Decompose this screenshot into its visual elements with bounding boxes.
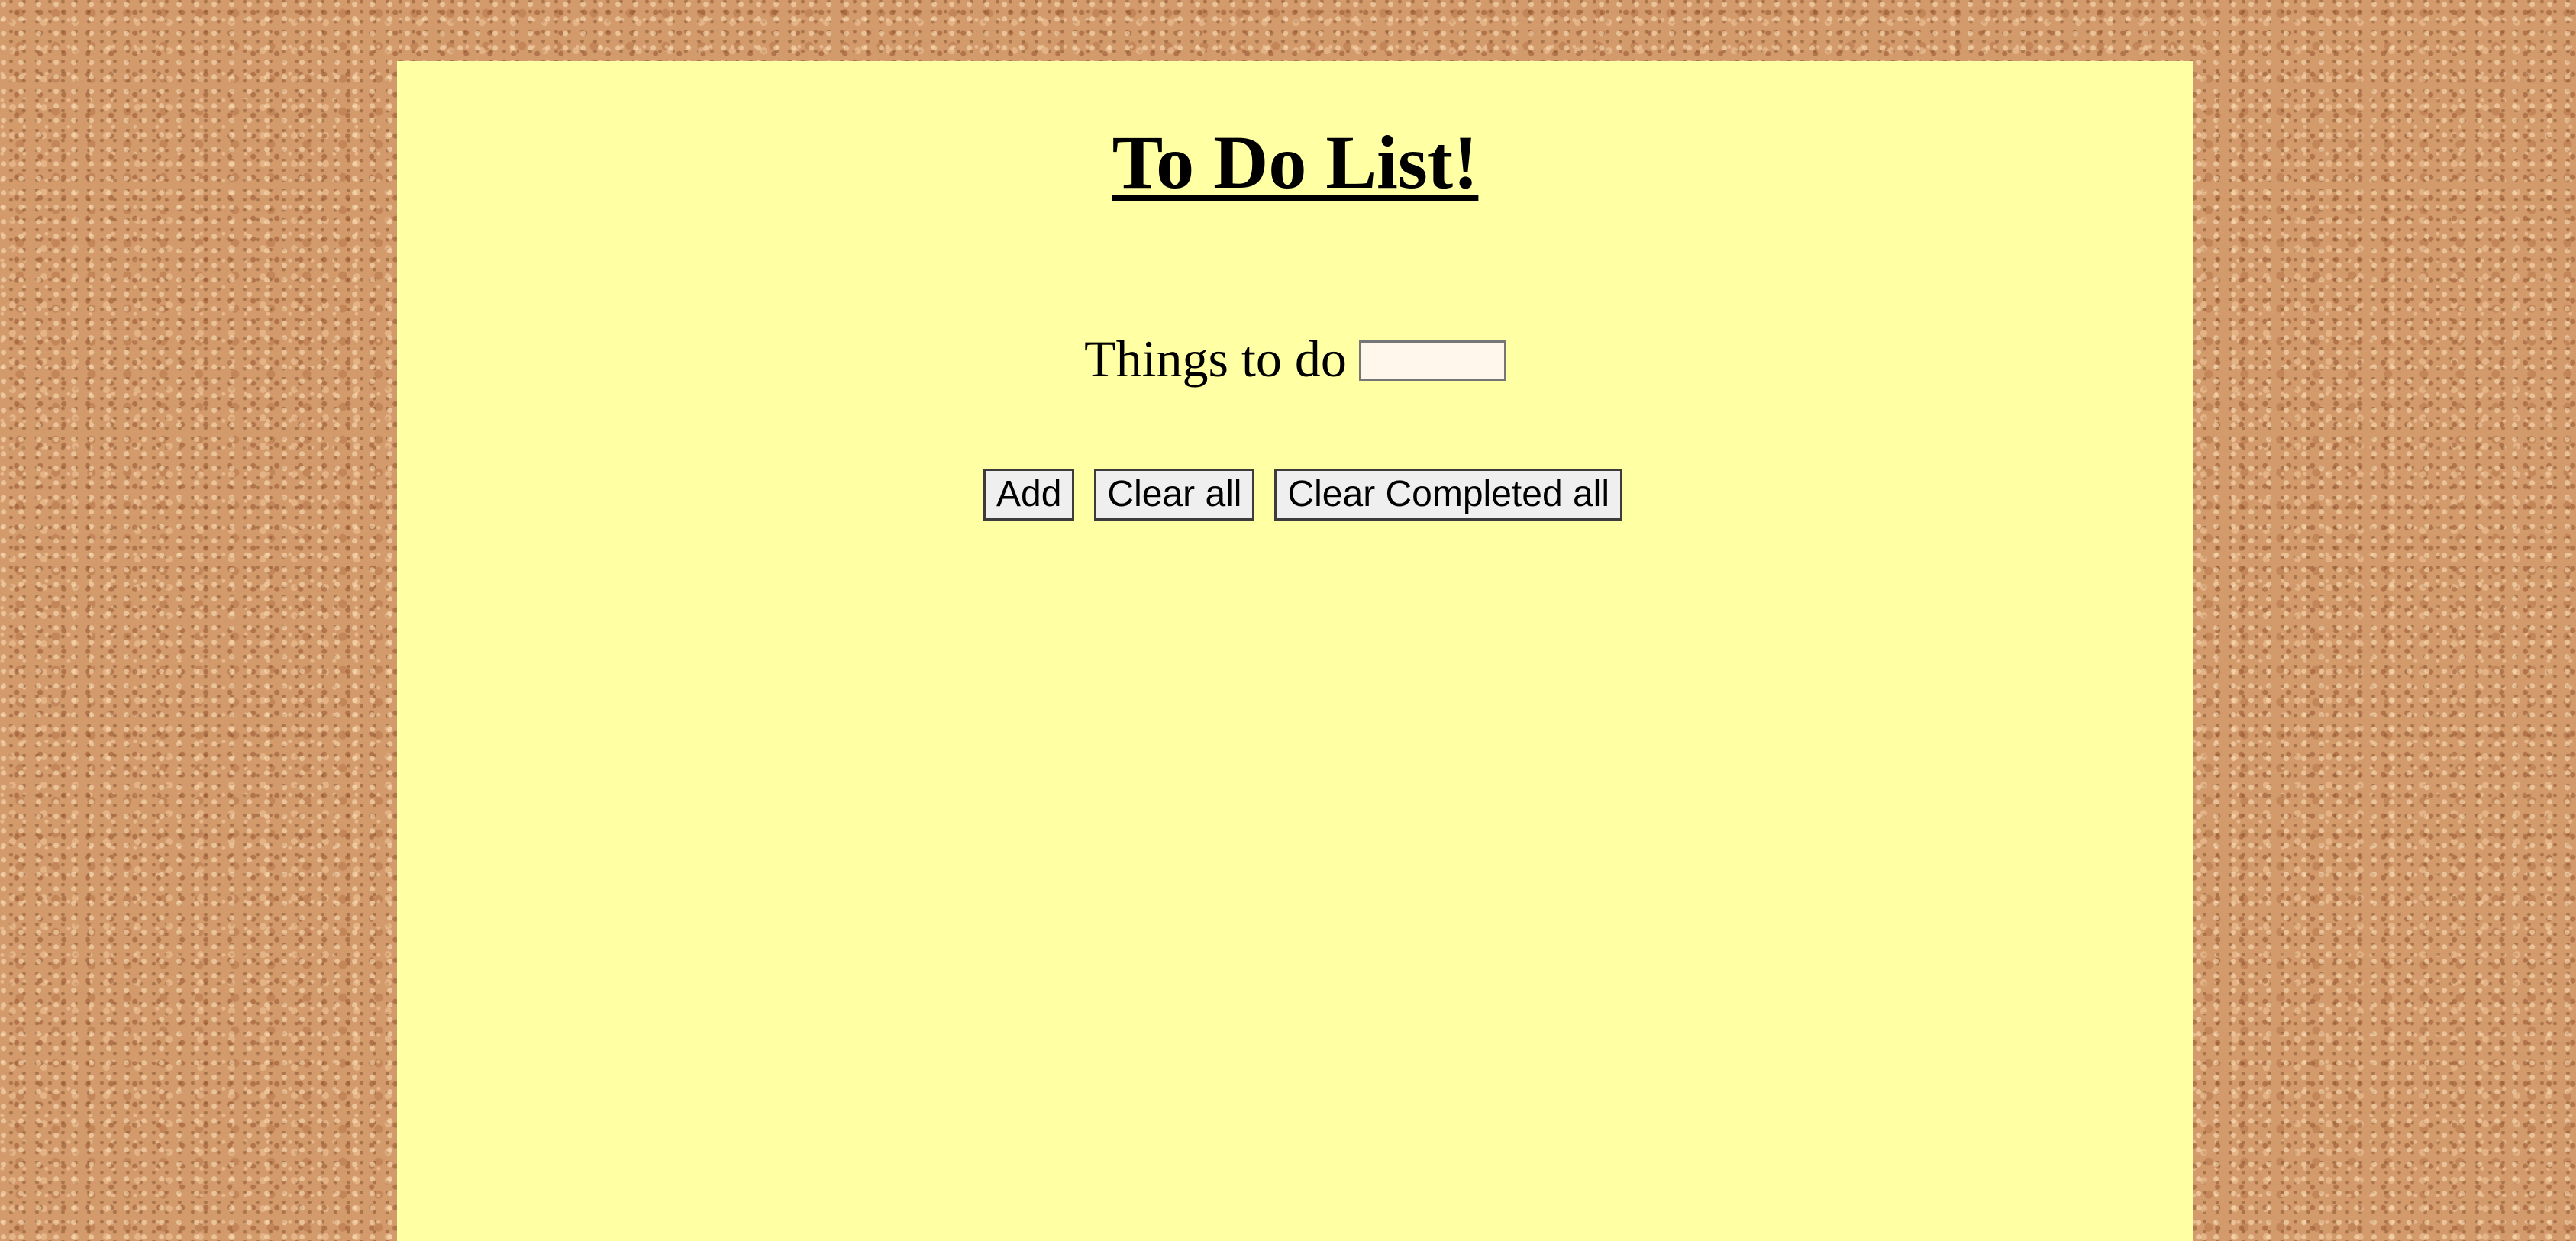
page-title: To Do List! [1112, 120, 1479, 205]
add-button[interactable]: Add [983, 469, 1075, 521]
things-to-do-label: Things to do [1084, 329, 1347, 388]
todo-entry-row: Things to do [397, 328, 2193, 389]
clear-all-button[interactable]: Clear all [1094, 469, 1255, 521]
todo-input[interactable] [1358, 340, 1506, 381]
action-buttons: Add Clear all Clear Completed all [397, 467, 2193, 522]
clear-completed-button[interactable]: Clear Completed all [1274, 469, 1622, 521]
sticky-note-paper: To Do List! Things to do Add Clear all C… [397, 61, 2193, 1241]
